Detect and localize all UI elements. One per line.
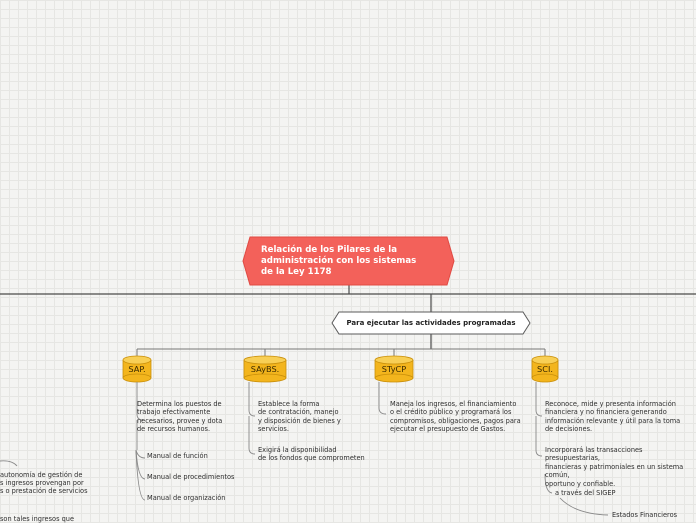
saybs-desc-connector-1 (248, 382, 256, 417)
sci-description-1[interactable]: Reconoce, mide y presenta información fi… (545, 400, 680, 434)
sci-child-connector-2 (559, 497, 609, 516)
stycp-desc-connector (378, 382, 387, 415)
root-line-1: Relación de los Pilares de la (261, 245, 398, 255)
saybs-description-2[interactable]: Exigirá la disponibilidad de los fondos … (258, 446, 365, 463)
root-line-2: administración con los sistemas (261, 255, 417, 266)
system-label-stycp[interactable]: STyCP (372, 364, 416, 374)
sap-child-3[interactable]: Manual de organización (147, 494, 225, 502)
sap-child-2[interactable]: Manual de procedimientos (147, 473, 234, 481)
sap-child-1[interactable]: Manual de función (147, 452, 208, 460)
left-fragment-connector (0, 460, 18, 467)
saybs-desc-connector-2 (248, 416, 256, 455)
root-line-3: de la Ley 1178 (261, 266, 332, 277)
sap-description[interactable]: Determina los puestos de trabajo efectiv… (137, 400, 222, 434)
system-label-sci[interactable]: SCI. (523, 364, 567, 374)
left-fragment-line-4[interactable]: son tales ingresos que (0, 515, 74, 523)
sci-description-2[interactable]: Incorporará las transacciones presupuest… (545, 446, 696, 488)
system-label-saybs[interactable]: SAyBS. (243, 364, 287, 374)
sci-desc-connector-1 (535, 382, 543, 417)
stycp-description[interactable]: Maneja los ingresos, el financiamiento o… (390, 400, 521, 434)
system-label-sap[interactable]: SAP. (115, 364, 159, 374)
sap-child-connector-1 (135, 449, 146, 459)
left-fragment-line-3: s o prestación de servicios (0, 487, 88, 495)
saybs-description-1[interactable]: Establece la forma de contratación, mane… (258, 400, 341, 434)
sci-child-2[interactable]: Estados Financieros (612, 511, 677, 519)
sci-desc-connector-2 (535, 416, 543, 457)
connector-node-label[interactable]: Para ejecutar las actividades programada… (331, 318, 531, 328)
root-node-label[interactable]: Relación de los Pilares de la administra… (261, 245, 441, 277)
sci-child-1[interactable]: a través del SIGEP (555, 489, 616, 497)
